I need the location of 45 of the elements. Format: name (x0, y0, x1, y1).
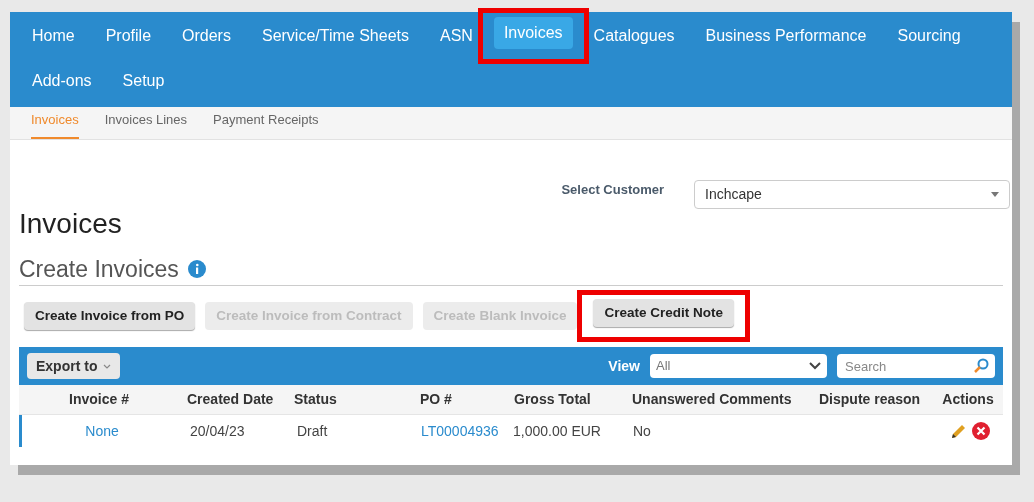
customer-dropdown[interactable]: Inchcape (694, 180, 1010, 209)
table-cell-text: 1,000.00 EUR (512, 421, 602, 441)
column-header: Created Date (186, 390, 275, 409)
delete-icon[interactable] (971, 422, 990, 440)
column-header: Actions (941, 390, 995, 409)
info-icon (187, 260, 206, 278)
nav-tab[interactable]: Add-ons (22, 65, 102, 97)
invoice-link[interactable]: None (22, 420, 182, 442)
section-title: Create Invoices (19, 255, 179, 283)
sub-tab[interactable]: Payment Receipts (213, 109, 319, 139)
column-header: Status (293, 390, 338, 409)
table-cell-text: 20/04/23 (189, 421, 246, 441)
page-title: Invoices (19, 207, 123, 241)
nav-tab[interactable]: Sourcing (887, 20, 971, 52)
search-icon (973, 357, 989, 374)
caret-icon (991, 192, 999, 197)
view-label: View (608, 356, 640, 376)
action-button[interactable]: Create Invoice from PO (24, 302, 196, 330)
nav-tab[interactable]: Invoices (493, 17, 573, 49)
po-link[interactable]: LT00004936 (415, 420, 509, 442)
nav-tab[interactable]: Profile (95, 20, 162, 52)
nav-tab[interactable]: Business Performance (695, 20, 877, 52)
field-label: Select Customer (561, 181, 664, 199)
nav-tab[interactable]: Orders (172, 20, 241, 52)
search-field[interactable]: Search (837, 354, 995, 379)
column-header: Gross Total (513, 390, 592, 409)
column-header: Invoice # (68, 390, 130, 409)
sub-tab[interactable]: Invoices Lines (104, 109, 188, 139)
column-header: Dispute reason (818, 390, 922, 409)
table-cell-text: Draft (296, 421, 329, 441)
chevron-icon (103, 363, 112, 369)
table-cell-text: No (632, 421, 652, 441)
action-button[interactable]: Create Credit Note (593, 299, 734, 327)
column-header: PO # (419, 390, 453, 409)
nav-tab[interactable]: Service/Time Sheets (251, 20, 419, 52)
pencil-icon[interactable] (949, 422, 968, 440)
view-dropdown[interactable]: All (650, 354, 827, 378)
column-header: Unanswered Comments (631, 390, 793, 409)
sub-tab[interactable]: Invoices (31, 109, 79, 139)
chevron-icon (809, 362, 821, 370)
export-button[interactable]: Export to (27, 353, 121, 379)
nav-tab[interactable]: Catalogues (583, 20, 685, 52)
nav-tab[interactable]: Setup (112, 65, 175, 97)
nav-tab[interactable]: ASN (429, 20, 483, 52)
nav-tab[interactable]: Home (22, 20, 85, 52)
